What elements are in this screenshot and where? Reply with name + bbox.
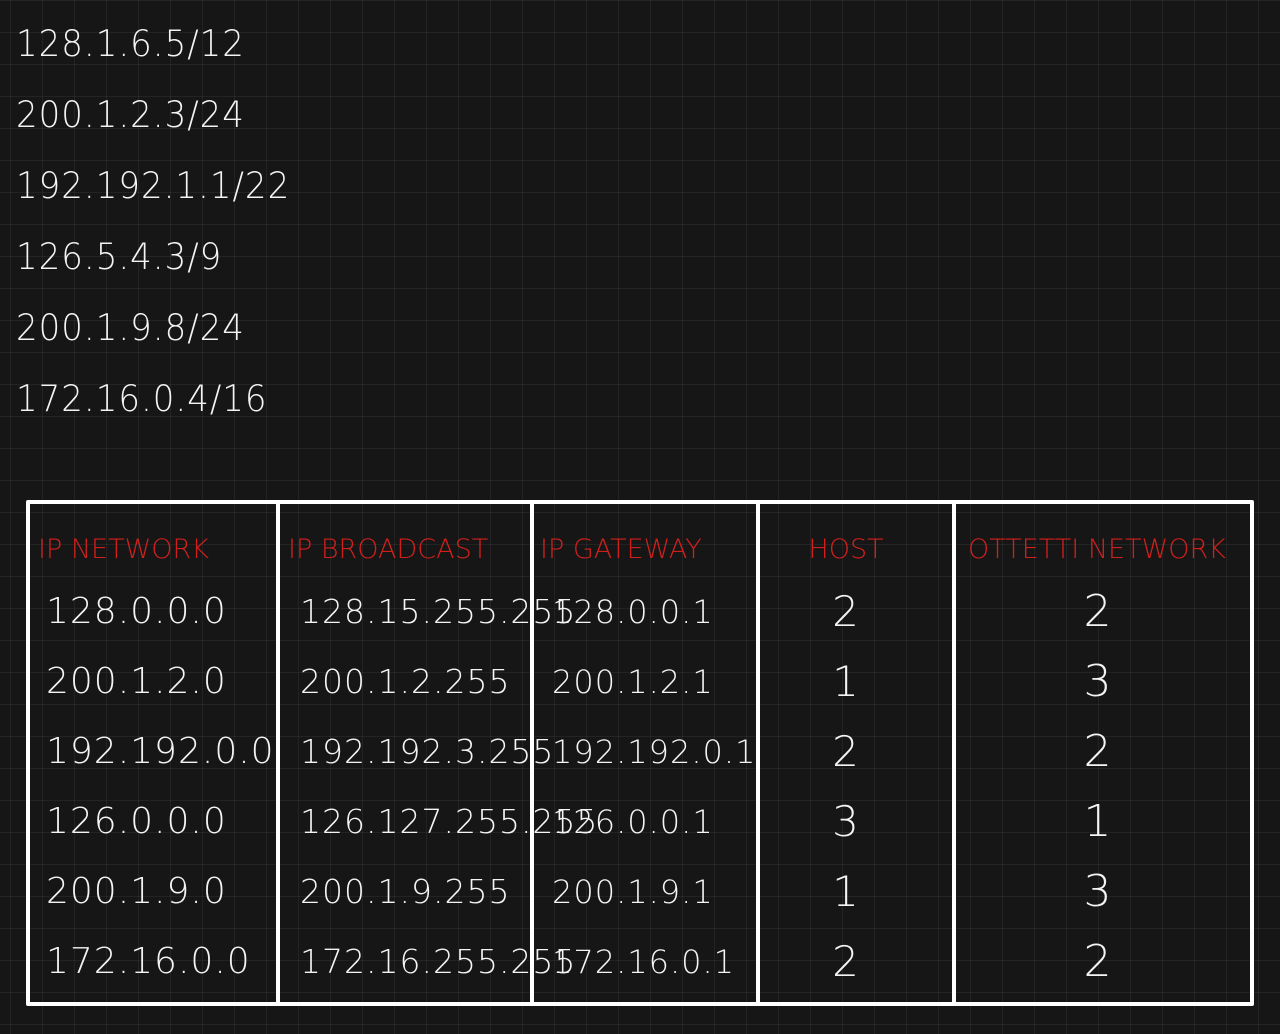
network-cell: 200.1.9.0 [46,871,227,912]
host-cell: 2 [832,937,860,986]
address-list: 128.1.6.5/12 200.1.2.3/24 192.192.1.1/22… [16,14,290,440]
broadcast-cell: 200.1.9.255 [300,872,511,911]
host-header: HOST [808,534,884,565]
network-cell: 200.1.2.0 [46,661,227,702]
gateway-header: IP GATEWAY [540,534,702,565]
gateway-cell: 200.1.2.1 [552,663,714,701]
host-cell: 1 [832,657,860,706]
host-column: HOST 2 1 2 3 1 2 [756,504,956,1002]
broadcast-cell: 172.16.255.255 [300,942,577,981]
gateway-cell: 200.1.9.1 [552,873,714,911]
network-cell: 128.0.0.0 [46,591,227,632]
address-item: 200.1.2.3/24 [16,93,245,137]
host-cell: 1 [832,867,860,916]
network-octets-cell: 2 [1083,936,1113,987]
ip-table: IP NETWORK 128.0.0.0 200.1.2.0 192.192.0… [26,500,1254,1006]
address-item: 128.1.6.5/12 [16,22,245,66]
gateway-cell: 192.192.0.1 [552,733,757,771]
gateway-column: IP GATEWAY 128.0.0.1 200.1.2.1 192.192.0… [530,504,760,1002]
broadcast-header: IP BROADCAST [288,534,489,565]
network-header: IP NETWORK [38,534,209,565]
address-item: 172.16.0.4/16 [16,377,268,421]
network-column: IP NETWORK 128.0.0.0 200.1.2.0 192.192.0… [30,504,276,1002]
host-cell: 2 [832,587,860,636]
network-octets-header: OTTETTI NETWORK [967,534,1227,565]
network-octets-cell: 2 [1083,586,1113,637]
network-octets-cell: 3 [1083,866,1113,917]
broadcast-column: IP BROADCAST 128.15.255.255 200.1.2.255 … [276,504,599,1002]
address-item: 126.5.4.3/9 [16,235,223,279]
gateway-cell: 128.0.0.1 [552,593,714,631]
address-item: 192.192.1.1/22 [16,164,291,208]
network-cell: 126.0.0.0 [46,801,227,842]
network-octets-cell: 3 [1083,656,1113,707]
broadcast-cell: 128.15.255.255 [300,592,577,631]
broadcast-cell: 192.192.3.255 [300,732,555,771]
network-octets-cell: 1 [1083,796,1113,847]
network-octets-column: OTTETTI NETWORK 2 3 2 1 3 2 [952,504,1254,1002]
network-octets-cell: 2 [1083,726,1113,777]
network-cell: 172.16.0.0 [46,941,251,982]
network-cell: 192.192.0.0 [46,731,275,772]
gateway-cell: 172.16.0.1 [552,943,736,981]
broadcast-cell: 126.127.255.255 [300,802,599,841]
host-cell: 2 [832,727,860,776]
broadcast-cell: 200.1.2.255 [300,662,511,701]
address-item: 200.1.9.8/24 [16,306,245,350]
host-cell: 3 [832,797,860,846]
gateway-cell: 126.0.0.1 [552,803,714,841]
